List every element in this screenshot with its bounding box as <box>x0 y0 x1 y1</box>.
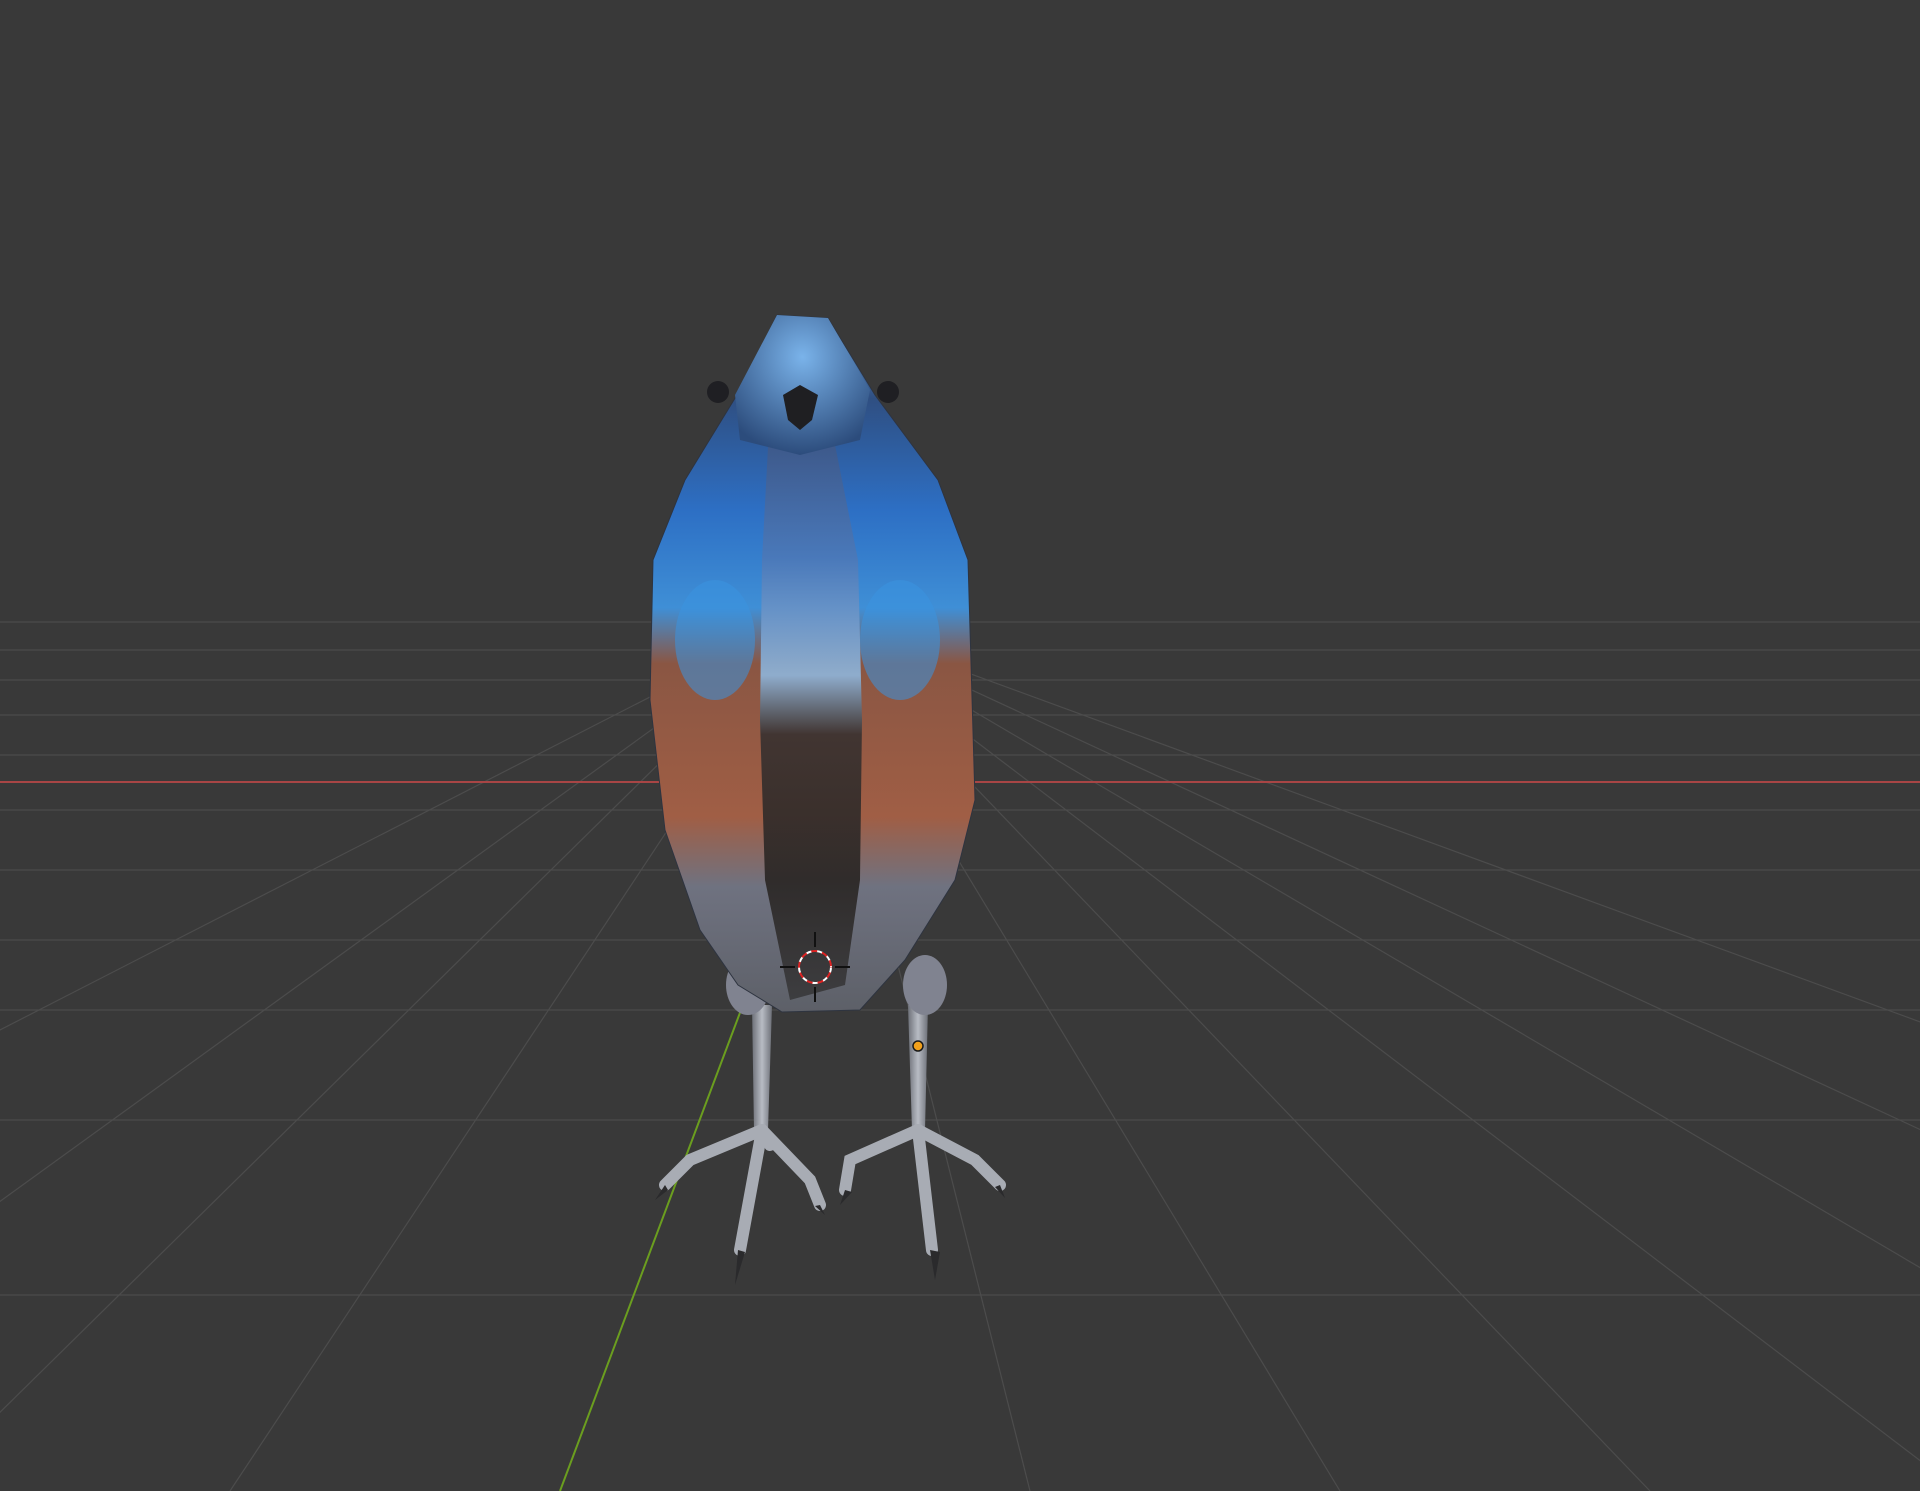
bird-head <box>735 315 870 455</box>
bird-model[interactable] <box>649 314 976 1013</box>
3d-viewport[interactable] <box>0 0 1920 1491</box>
bird-left-eye <box>707 381 729 403</box>
viewport-canvas[interactable] <box>0 0 1920 1491</box>
object-origin-icon <box>912 1040 924 1052</box>
bird-right-eye <box>877 381 899 403</box>
